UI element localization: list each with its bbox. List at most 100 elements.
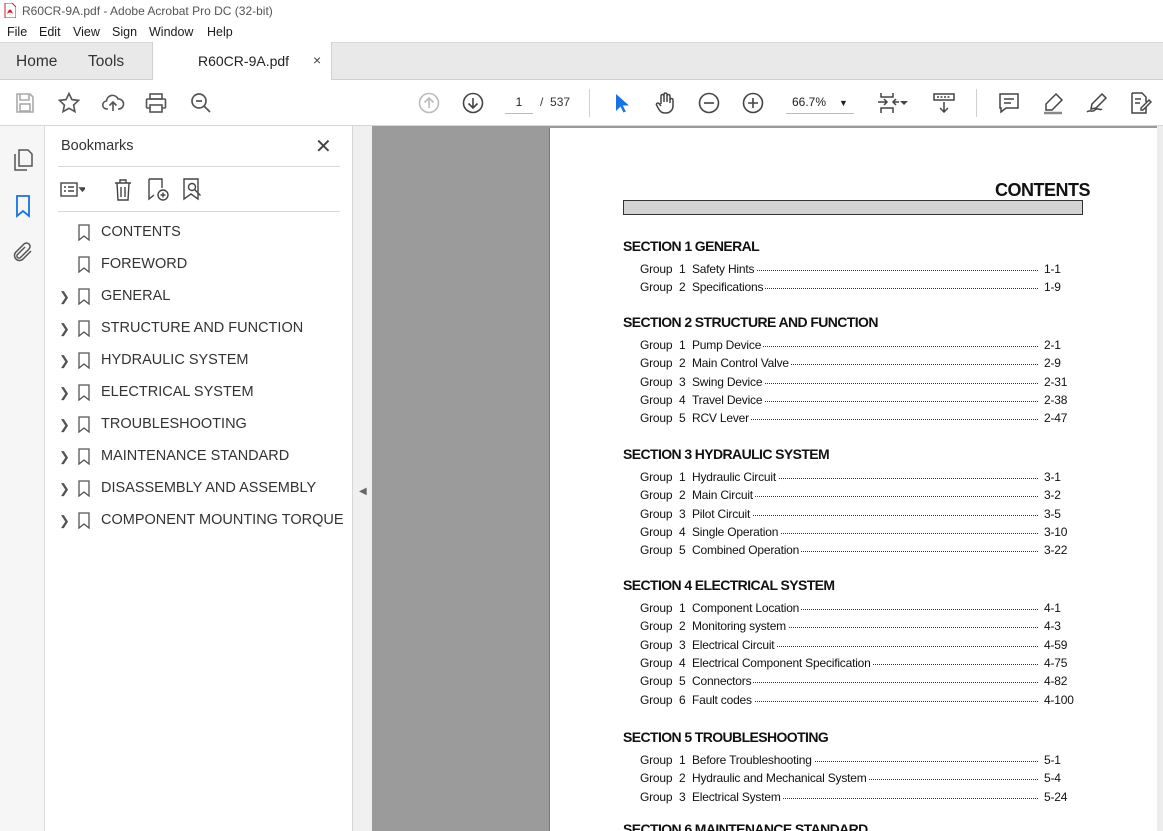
tab-tools[interactable]: Tools (88, 53, 124, 71)
toc-group-number: 1 (679, 601, 686, 615)
previous-page-icon[interactable] (416, 90, 442, 116)
star-icon[interactable] (56, 90, 82, 116)
divider (58, 211, 340, 212)
menu-sign[interactable]: Sign (112, 25, 137, 39)
chevron-down-icon[interactable] (898, 90, 910, 116)
toc-entry[interactable]: Group 3 Pilot Circuit 3-5 (640, 506, 1080, 523)
bookmark-item-electrical-system[interactable]: ❯ ELECTRICAL SYSTEM (45, 381, 345, 407)
find-zoom-icon[interactable] (188, 90, 214, 116)
toc-entry[interactable]: Group 3 Electrical System 5-24 (640, 789, 1080, 806)
toc-entry-title: Hydraulic and Mechanical System (692, 771, 869, 786)
zoom-select[interactable]: 66.7% ▼ (786, 91, 854, 114)
toc-entry-title: Monitoring system (692, 619, 788, 634)
chevron-right-icon[interactable]: ❯ (59, 321, 70, 337)
collapse-panel-icon[interactable]: ◀ (359, 486, 367, 497)
toc-entry-title: Pump Device (692, 338, 764, 352)
edit-pdf-icon[interactable] (1127, 90, 1153, 116)
bookmark-icon (78, 416, 90, 433)
zoom-in-icon[interactable] (740, 90, 766, 116)
chevron-right-icon[interactable]: ❯ (59, 385, 70, 401)
toc-entry[interactable]: Group 5 Connectors 4-82 (640, 674, 1080, 690)
toc-entry[interactable]: Group 2 Main Control Valve 2-9 (640, 356, 1080, 372)
toc-entry[interactable]: Group 4 Electrical Component Specification… (640, 655, 1080, 672)
tab-document[interactable]: R60CR-9A.pdf × (152, 42, 332, 80)
toc-entry[interactable]: Group 4 Single Operation 3-10 (640, 524, 1080, 541)
bookmark-item-maintenance-standard[interactable]: ❯ MAINTENANCE STANDARD (45, 445, 345, 471)
toolbar-separator (976, 89, 977, 117)
toc-entry[interactable]: Group 1 Hydraulic Circuit 3-1 (640, 470, 1080, 486)
save-icon[interactable] (12, 90, 38, 116)
toc-group-number: 1 (679, 753, 686, 767)
toc-entry[interactable]: Group 2 Main Circuit 3-2 (640, 488, 1080, 504)
toc-entry[interactable]: Group 3 Electrical Circuit 4-59 (640, 637, 1080, 654)
menu-file[interactable]: File (7, 25, 27, 39)
bookmark-options-icon[interactable] (59, 177, 85, 203)
bookmark-item-foreword[interactable]: FOREWORD (45, 253, 345, 279)
section-heading: SECTION 4 ELECTRICAL SYSTEM (623, 577, 835, 593)
bookmark-item-troubleshooting[interactable]: ❯ TROUBLESHOOTING (45, 413, 345, 439)
bookmark-panel-icon[interactable] (11, 194, 35, 218)
bookmark-search-icon[interactable] (180, 177, 206, 203)
tab-home[interactable]: Home (16, 53, 57, 71)
bookmark-item-structure-and-function[interactable]: ❯ STRUCTURE AND FUNCTION (45, 317, 345, 343)
bookmark-item-contents[interactable]: CONTENTS (45, 221, 345, 247)
toc-entry[interactable]: Group 2 Hydraulic and Mechanical System 5-4 (640, 771, 1080, 787)
toc-entry[interactable]: Group 1 Component Location 4-1 (640, 601, 1080, 617)
toc-group-label: Group (640, 470, 673, 484)
menu-view[interactable]: View (73, 25, 100, 39)
toc-entry[interactable]: Group 1 Safety Hints 1-1 (640, 262, 1080, 278)
toc-page-number: 5-24 (1044, 789, 1068, 804)
print-icon[interactable] (143, 90, 169, 116)
toc-entry[interactable]: Group 2 Monitoring system 4-3 (640, 619, 1080, 635)
toc-entry[interactable]: Group 4 Travel Device 2-38 (640, 392, 1080, 409)
bookmark-item-disassembly-and-assembly[interactable]: ❯ DISASSEMBLY AND ASSEMBLY (45, 477, 345, 503)
attachments-icon[interactable] (11, 240, 35, 264)
toc-page-number: 2-31 (1044, 374, 1068, 389)
bookmark-item-hydraulic-system[interactable]: ❯ HYDRAULIC SYSTEM (45, 349, 345, 375)
tab-close-icon[interactable]: × (313, 52, 321, 68)
new-bookmark-icon[interactable] (145, 177, 171, 203)
select-cursor-icon[interactable] (608, 90, 634, 116)
toc-group-label: Group (640, 262, 673, 276)
panel-splitter[interactable]: ◀ (353, 126, 372, 831)
toc-entry[interactable]: Group 6 Fault codes 4-100 (640, 692, 1080, 709)
toc-group-label: Group (640, 771, 673, 786)
menu-window[interactable]: Window (149, 25, 193, 39)
zoom-out-icon[interactable] (696, 90, 722, 116)
highlight-pen-icon[interactable] (1040, 90, 1066, 116)
upload-cloud-icon[interactable] (100, 90, 126, 116)
sign-pen-icon[interactable] (1084, 90, 1110, 116)
bookmark-icon (78, 288, 90, 305)
chevron-right-icon[interactable]: ❯ (59, 513, 70, 529)
toc-group-number: 3 (679, 637, 686, 652)
chevron-right-icon[interactable]: ❯ (59, 417, 70, 433)
toc-entry[interactable]: Group 1 Before Troubleshooting 5-1 (640, 753, 1080, 769)
toc-group-number: 2 (679, 771, 686, 786)
toc-entry[interactable]: Group 3 Swing Device 2-31 (640, 374, 1080, 391)
hand-tool-icon[interactable] (652, 90, 678, 116)
bookmark-label: TROUBLESHOOTING (101, 416, 247, 432)
comment-icon[interactable] (996, 90, 1022, 116)
close-icon[interactable]: ✕ (315, 134, 332, 159)
page-thumbnails-icon[interactable] (11, 148, 35, 172)
menu-help[interactable]: Help (207, 25, 233, 39)
toc-entry[interactable]: Group 5 RCV Lever 2-47 (640, 411, 1080, 427)
chevron-right-icon[interactable]: ❯ (59, 289, 70, 305)
delete-bookmark-icon[interactable] (110, 177, 136, 203)
bookmark-item-general[interactable]: ❯ GENERAL (45, 285, 345, 311)
toc-entry[interactable]: Group 1 Pump Device 2-1 (640, 338, 1080, 354)
bookmark-label: HYDRAULIC SYSTEM (101, 352, 249, 368)
document-view[interactable]: CONTENTS SECTION 1 GENERAL Group 1 Safety H… (372, 126, 1163, 831)
next-page-icon[interactable] (460, 90, 486, 116)
toc-group-number: 3 (679, 789, 686, 804)
chevron-right-icon[interactable]: ❯ (59, 353, 70, 369)
scroll-mode-icon[interactable] (931, 90, 957, 116)
toc-entry[interactable]: Group 5 Combined Operation 3-22 (640, 543, 1080, 559)
toc-entry[interactable]: Group 2 Specifications 1-9 (640, 280, 1080, 296)
menu-edit[interactable]: Edit (39, 25, 61, 39)
bookmark-item-component-mounting-torque[interactable]: ❯ COMPONENT MOUNTING TORQUE (45, 509, 345, 535)
page-number-input[interactable]: 1 (505, 91, 533, 114)
vertical-scrollbar[interactable] (1157, 126, 1163, 831)
chevron-right-icon[interactable]: ❯ (59, 481, 70, 497)
chevron-right-icon[interactable]: ❯ (59, 449, 70, 465)
